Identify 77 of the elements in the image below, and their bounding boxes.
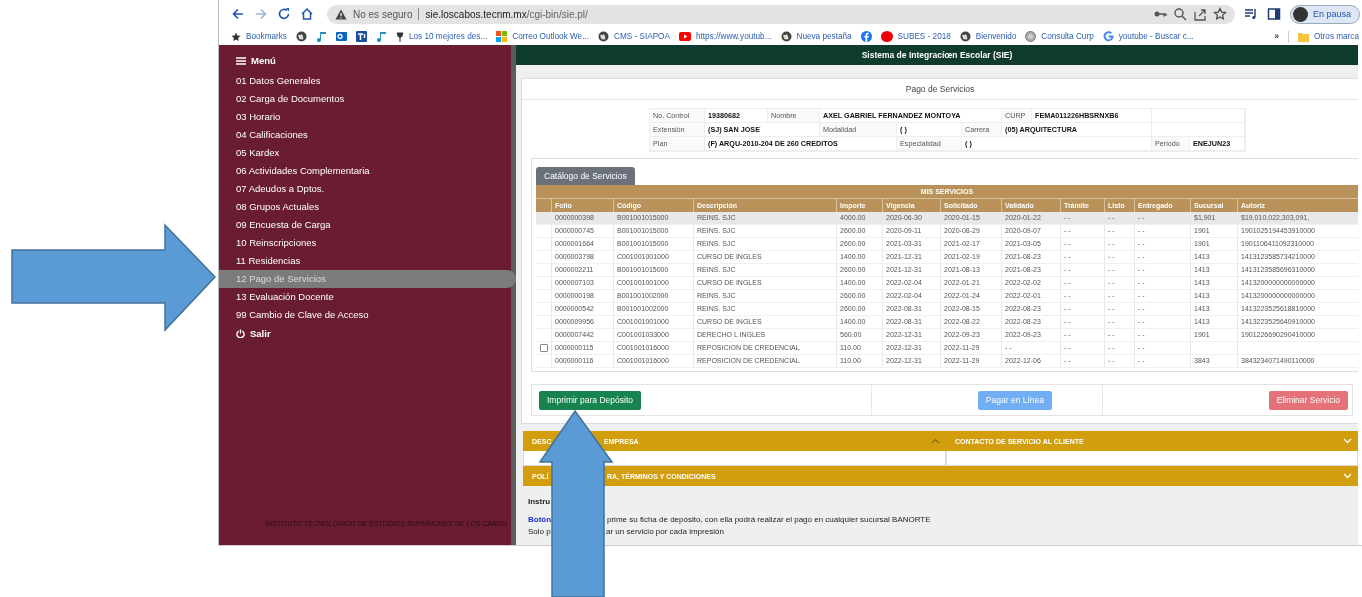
bookmark[interactable]: Correo Outlook We... xyxy=(496,31,589,42)
music-note-icon xyxy=(375,31,387,42)
globe-icon xyxy=(598,31,609,42)
power-icon xyxy=(236,328,245,338)
menu-icon xyxy=(236,56,246,65)
more-bookmarks-button[interactable]: » xyxy=(1274,32,1279,41)
sidebar-item[interactable]: 10 Reinscripciones xyxy=(219,234,511,252)
logout-link[interactable]: Salir xyxy=(219,324,511,342)
instruction-text: ar un servicio por cada impresión xyxy=(606,526,724,538)
reload-icon[interactable] xyxy=(277,7,291,21)
row-checkbox[interactable] xyxy=(539,344,548,352)
share-icon[interactable] xyxy=(1192,7,1207,21)
zoom-icon[interactable] xyxy=(1172,7,1187,21)
bookmark[interactable]: Consulta Curp xyxy=(1025,31,1094,42)
sidebar-item[interactable]: 13 Evaluación Docente xyxy=(219,288,511,306)
seal-icon xyxy=(1025,31,1037,42)
address-bar[interactable]: No es seguro sie.loscabos.tecnm.mx/cgi-bin/sie.pl/ xyxy=(327,4,1235,24)
globe-icon xyxy=(295,31,307,42)
bookmark[interactable]: https://www.youtub... xyxy=(678,32,772,41)
side-panel-icon[interactable] xyxy=(1266,7,1281,21)
sidebar-item[interactable]: 99 Cambio de Clave de Acceso xyxy=(219,306,511,324)
chevron-down-icon xyxy=(1343,438,1352,444)
instruction-text: Solo p xyxy=(528,526,552,538)
sidebar-item[interactable]: 09 Encuesta de Carga xyxy=(219,216,511,234)
system-title: Sistema de Integracíœn Escolar (SIE) xyxy=(861,50,1013,60)
bookmark[interactable] xyxy=(335,31,347,42)
chevron-down-icon xyxy=(1343,473,1352,479)
instruction-text: Instru xyxy=(528,496,551,508)
menu-title: Menú xyxy=(251,55,276,66)
letter-tile-icon xyxy=(355,31,367,42)
page-title: Pago de Servicios xyxy=(905,84,975,94)
f-logo-icon xyxy=(860,31,872,42)
star-icon xyxy=(231,31,241,42)
play-icon xyxy=(678,32,691,41)
bookmark[interactable]: SUBES - 2018 xyxy=(880,31,951,42)
mail-app-icon xyxy=(335,31,347,42)
globe-icon xyxy=(959,31,971,42)
bookmark[interactable]: youtube - Buscar c... xyxy=(1102,31,1194,42)
chevron-up-icon xyxy=(931,438,940,444)
bookmark[interactable]: Los 10 mejores des... xyxy=(395,31,488,42)
avatar-icon xyxy=(1292,6,1308,22)
sidebar-item[interactable]: 04 Calificaciones xyxy=(219,126,511,144)
bookmark[interactable]: CMS - SIAPOA xyxy=(598,31,670,42)
instruction-text: Botón xyxy=(528,514,553,526)
g-logo-icon xyxy=(1102,31,1114,42)
sidebar-item[interactable]: 07 Adeudos a Dptos. xyxy=(219,180,511,198)
sidebar-item[interactable]: 06 Actividades Complementaria xyxy=(219,162,511,180)
sidebar-item[interactable]: 05 Kardex xyxy=(219,144,511,162)
media-icon[interactable] xyxy=(1243,7,1258,21)
bookmark[interactable] xyxy=(355,31,367,42)
bookmark-star-icon[interactable] xyxy=(1212,7,1227,21)
circle-icon xyxy=(880,31,893,42)
sidebar-item[interactable]: 03 Horario xyxy=(219,108,511,126)
home-icon[interactable] xyxy=(300,7,314,21)
profile-button[interactable]: En pausa xyxy=(1289,4,1360,24)
bookmark[interactable]: Nueva pestaña xyxy=(780,31,852,42)
music-note-icon xyxy=(315,31,327,42)
pin-icon xyxy=(395,31,404,42)
sidebar-item[interactable]: 11 Residencias xyxy=(219,252,511,270)
globe-icon xyxy=(780,31,792,42)
four-squares-icon xyxy=(496,31,508,42)
bookmark-folder[interactable]: Otros marca xyxy=(1297,31,1359,42)
url-text: sie.loscabos.tecnm.mx/cgi-bin/sie.pl/ xyxy=(425,8,588,20)
security-label: No es seguro xyxy=(353,8,413,20)
bookmark[interactable] xyxy=(860,31,872,42)
warning-icon xyxy=(335,8,347,20)
sidebar-item[interactable]: 01 Datos Generales xyxy=(219,72,511,90)
instruction-text: prime su ficha de depósito, con ella podrá realizar el pago en cualquier sucursal BANORTE xyxy=(607,514,931,526)
bookmark[interactable] xyxy=(295,31,307,42)
back-icon[interactable] xyxy=(231,7,245,21)
sidebar-item[interactable]: 08 Grupos Actuales xyxy=(219,198,511,216)
sidebar-item[interactable]: 02 Carga de Documentos xyxy=(219,90,511,108)
print-button[interactable]: Imprimir para Depósito xyxy=(539,390,641,410)
bookmark[interactable]: Bienvenido xyxy=(959,31,1017,42)
bookmark[interactable]: Bookmarks xyxy=(231,31,287,42)
folder-icon xyxy=(1297,31,1309,42)
catalog-tab[interactable]: Catálogo de Servicios xyxy=(536,167,635,185)
